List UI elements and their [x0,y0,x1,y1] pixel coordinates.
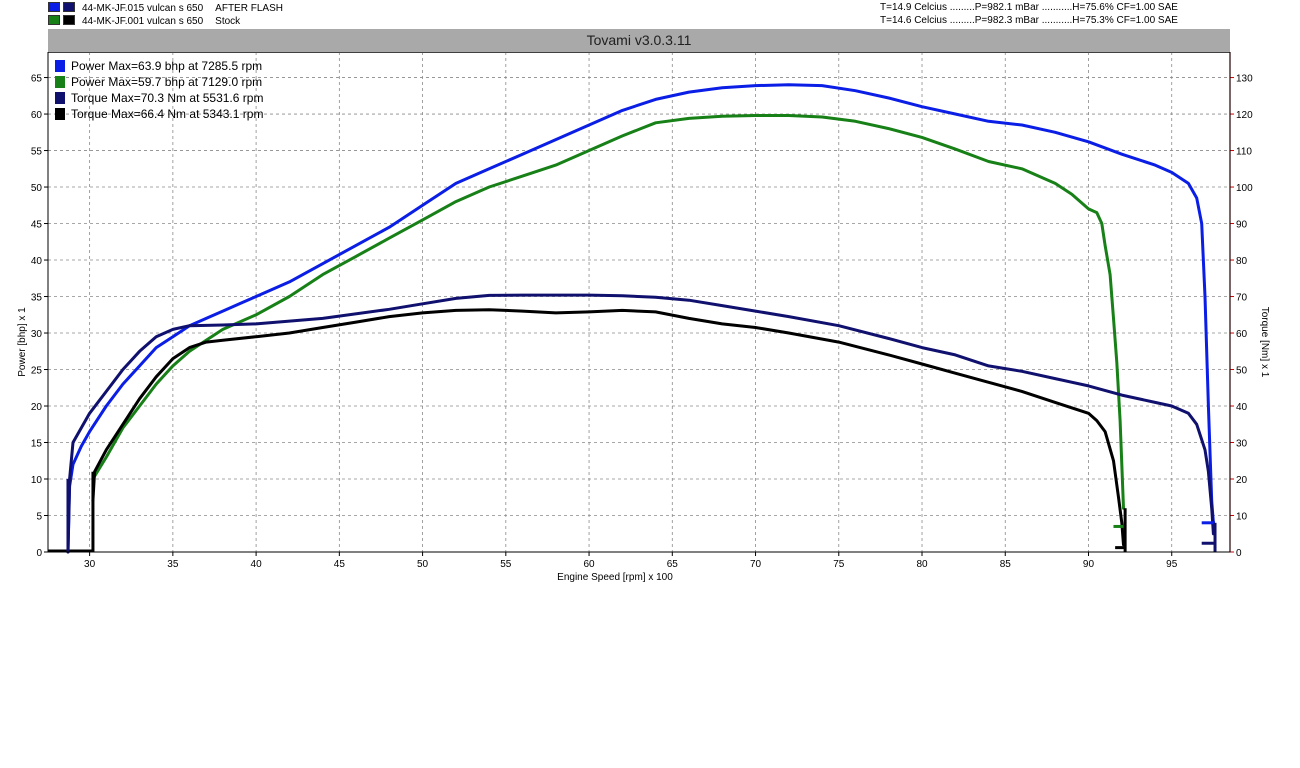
y-tick-label-right: 50 [1236,366,1248,377]
chart-legend: Power Max=63.9 bhp at 7285.5 rpm Power M… [55,58,263,122]
y-tick-label-left: 25 [31,366,43,377]
legend-label: Power Max=59.7 bhp at 7129.0 rpm [71,75,263,89]
y-tick-label-right: 100 [1236,183,1253,194]
run-row-after-flash: 44-MK-JF.015 vulcan s 650 AFTER FLASH [48,2,283,14]
power-color-swatch [48,2,60,12]
x-tick-label: 80 [916,559,928,570]
x-tick-label: 85 [1000,559,1012,570]
x-tick-label: 60 [583,559,595,570]
y-tick-label-left: 0 [36,548,42,559]
x-tick-label: 95 [1166,559,1178,570]
y-tick-label-right: 0 [1236,548,1242,559]
legend-swatch [55,60,65,72]
series-lines [48,83,1217,554]
legend-swatch [55,108,65,120]
power-color-swatch [48,15,60,25]
dyno-chart: 30 35 40 45 50 55 60 65 70 75 80 85 90 95 0 5 10 15 20 25 30… [17,52,1270,583]
legend-item-power-after: Power Max=63.9 bhp at 7285.5 rpm [55,58,263,74]
series-line-0 [66,83,1215,554]
y-tick-label-right: 130 [1236,74,1253,85]
y-tick-label-right: 40 [1236,402,1248,413]
legend-item-torque-after: Torque Max=70.3 Nm at 5531.6 rpm [55,90,263,106]
y-axis-label-right: Torque [Nm] x 1 [1259,307,1270,378]
y-tick-label-left: 15 [31,439,43,450]
torque-color-swatch [63,2,75,12]
y-tick-label-right: 20 [1236,475,1248,486]
torque-color-swatch [63,15,75,25]
y-tick-label-left: 45 [31,220,43,231]
legend-swatch [55,76,65,88]
legend-swatch [55,92,65,104]
app-title-bar: Tovami v3.0.3.11 [48,29,1230,53]
legend-label: Torque Max=70.3 Nm at 5531.6 rpm [71,91,264,105]
series-line-3 [91,308,1125,547]
legend-item-torque-stock: Torque Max=66.4 Nm at 5343.1 rpm [55,106,263,122]
x-tick-label: 30 [84,559,96,570]
x-tick-label: 45 [334,559,346,570]
x-tick-label: 65 [667,559,679,570]
x-tick-label: 40 [251,559,263,570]
y-tick-label-right: 120 [1236,110,1253,121]
y-tick-label-left: 55 [31,147,43,158]
y-tick-label-left: 5 [36,512,42,523]
y-tick-label-left: 40 [31,256,43,267]
run-note: AFTER FLASH [215,3,283,14]
x-tick-label: 55 [500,559,512,570]
x-axis-label: Engine Speed [rpm] x 100 [557,572,673,583]
y-tick-label-left: 60 [31,110,43,121]
y-tick-label-left: 10 [31,475,43,486]
y-tick-label-left: 65 [31,74,43,85]
series-line-2 [66,293,1215,554]
y-tick-label-right: 70 [1236,293,1248,304]
x-tick-label: 90 [1083,559,1095,570]
y-tick-label-left: 20 [31,402,43,413]
legend-label: Power Max=63.9 bhp at 7285.5 rpm [71,59,263,73]
env-conditions-after-flash: T=14.9 Celcius .........P=982.1 mBar ...… [880,2,1178,13]
y-tick-label-right: 10 [1236,512,1248,523]
x-tick-label: 35 [167,559,179,570]
x-tick-label: 50 [417,559,429,570]
run-row-stock: 44-MK-JF.001 vulcan s 650 Stock [48,15,240,27]
run-id: 44-MK-JF.015 vulcan s 650 [82,3,204,14]
y-tick-label-left: 50 [31,183,43,194]
env-conditions-stock: T=14.6 Celcius .........P=982.3 mBar ...… [880,15,1178,26]
run-note: Stock [215,16,241,27]
y-tick-label-right: 90 [1236,220,1248,231]
plot-frame [47,52,1231,553]
y-tick-label-left: 30 [31,329,43,340]
y-axis-label-left: Power [bhp] x 1 [17,307,28,377]
y-tick-label-right: 80 [1236,256,1248,267]
legend-item-power-stock: Power Max=59.7 bhp at 7129.0 rpm [55,74,263,90]
x-tick-label: 70 [750,559,762,570]
y-tick-label-right: 60 [1236,329,1248,340]
legend-label: Torque Max=66.4 Nm at 5343.1 rpm [71,107,264,121]
grid [48,52,1230,552]
y-tick-label-right: 30 [1236,439,1248,450]
y-tick-label-left: 35 [31,293,43,304]
run-id: 44-MK-JF.001 vulcan s 650 [82,16,204,27]
x-tick-label: 75 [833,559,845,570]
y-tick-label-right: 110 [1236,147,1252,158]
